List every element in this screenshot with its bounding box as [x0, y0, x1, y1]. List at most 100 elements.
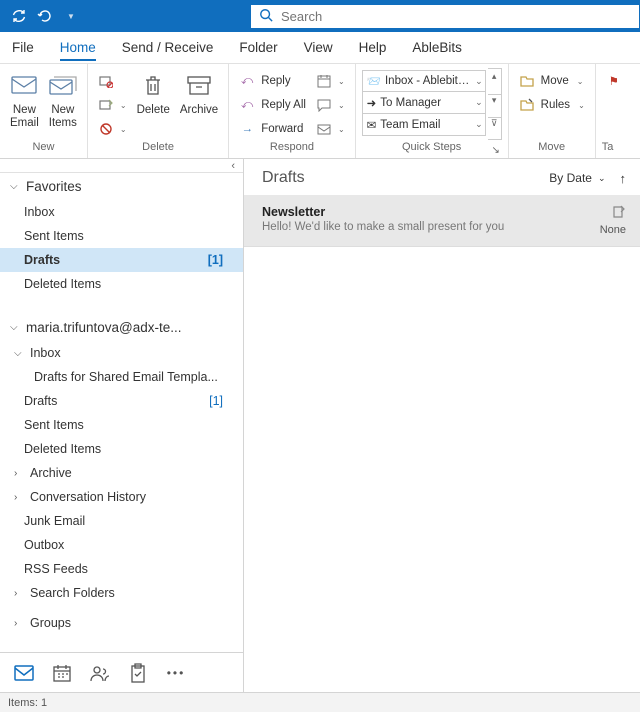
im-button[interactable]: ⌄: [312, 94, 349, 116]
quick-step-more[interactable]: ⊽: [488, 117, 501, 139]
to-manager-icon: ➜: [367, 96, 377, 110]
calendar-icon[interactable]: [52, 663, 72, 683]
move-folder-icon: 📨: [367, 74, 381, 88]
envelope-icon: [10, 72, 38, 100]
quick-steps-launcher-icon[interactable]: ↘: [490, 145, 502, 157]
draft-icon: [612, 205, 626, 222]
acct-inbox-templates[interactable]: Drafts for Shared Email Templa...: [0, 365, 243, 389]
menu-ablebits[interactable]: AbleBits: [412, 34, 462, 61]
ribbon-label-new: New: [6, 141, 81, 157]
forward-button[interactable]: →Forward: [235, 118, 310, 140]
new-items-button[interactable]: New Items: [45, 68, 81, 132]
acct-drafts[interactable]: Drafts[1]: [0, 389, 243, 413]
acct-inbox[interactable]: ⌵Inbox: [0, 341, 243, 365]
favorites-header[interactable]: ⌵Favorites: [0, 173, 243, 200]
archive-label: Archive: [180, 104, 218, 117]
menu-help[interactable]: Help: [359, 34, 387, 61]
fav-sent-items[interactable]: Sent Items: [0, 224, 243, 248]
ribbon-group-quick-steps: 📨Inbox - Ablebits...⌄ ➜To Manager⌄ ✉Team…: [356, 64, 509, 158]
search-icon: [259, 8, 273, 25]
status-bar: Items: 1: [0, 692, 640, 712]
ribbon-label-tags: Ta: [602, 141, 612, 157]
more-icon[interactable]: •••: [166, 663, 186, 683]
quick-access-dropdown-icon[interactable]: ▼: [62, 7, 80, 25]
flag-icon: ⚑: [606, 73, 618, 89]
chevron-right-icon: ›: [14, 618, 26, 629]
folder-title: Drafts: [262, 169, 549, 187]
ribbon-label-move: Move: [515, 141, 589, 157]
menu-send-receive[interactable]: Send / Receive: [122, 34, 214, 61]
ribbon-group-new: New Email New Items New: [0, 64, 88, 158]
reply-all-icon: ⤺: [239, 97, 255, 113]
message-date: None: [600, 224, 626, 236]
quick-step-scroll-down[interactable]: ▾: [488, 94, 501, 115]
delete-label: Delete: [137, 104, 170, 117]
cleanup-button[interactable]: ⌄: [94, 94, 131, 116]
junk-button[interactable]: ⌄: [94, 118, 131, 140]
menu-view[interactable]: View: [304, 34, 333, 61]
reply-all-button[interactable]: ⤺Reply All: [235, 94, 310, 116]
acct-search-folders[interactable]: ›Search Folders: [0, 581, 243, 605]
acct-deleted[interactable]: Deleted Items: [0, 437, 243, 461]
account-header[interactable]: ⌵maria.trifuntova@adx-te...: [0, 314, 243, 341]
rules-button[interactable]: Rules⌄: [515, 94, 589, 116]
quick-step-manager[interactable]: ➜To Manager⌄: [362, 92, 486, 114]
meeting-button[interactable]: ⌄: [312, 70, 349, 92]
team-email-icon: ✉: [367, 118, 377, 132]
quick-access: ▼: [0, 7, 90, 25]
envelope-stack-icon: [49, 72, 77, 100]
cleanup-icon: [98, 97, 114, 113]
message-subject: Newsletter: [262, 205, 600, 219]
acct-rss[interactable]: RSS Feeds: [0, 557, 243, 581]
menu-folder[interactable]: Folder: [239, 34, 277, 61]
ribbon-label-delete: Delete: [94, 141, 222, 157]
sort-direction-icon: ↑: [620, 171, 627, 186]
list-header: Drafts By Date⌄↑: [244, 159, 640, 195]
new-email-button[interactable]: New Email: [6, 68, 43, 132]
tag-button[interactable]: ⚑: [602, 70, 618, 92]
move-icon: [519, 73, 535, 89]
chevron-down-icon: ⌵: [10, 181, 22, 192]
delete-button[interactable]: Delete: [133, 68, 174, 119]
undo-icon[interactable]: [36, 7, 54, 25]
message-item[interactable]: Newsletter Hello! We'd like to make a sm…: [244, 195, 640, 247]
menu-file[interactable]: File: [12, 34, 34, 61]
ignore-button[interactable]: [94, 70, 131, 92]
tasks-icon[interactable]: [128, 663, 148, 683]
forward-icon: →: [239, 121, 255, 137]
quick-step-scroll-up[interactable]: ▴: [488, 71, 501, 92]
acct-archive[interactable]: ›Archive: [0, 461, 243, 485]
search-box[interactable]: [250, 4, 640, 29]
sync-icon[interactable]: [10, 7, 28, 25]
fav-deleted[interactable]: Deleted Items: [0, 272, 243, 296]
ribbon-group-delete: ⌄ ⌄ Delete Archive Delete: [88, 64, 229, 158]
nav-bar: •••: [0, 652, 243, 692]
archive-button[interactable]: Archive: [176, 68, 222, 119]
more-respond-button[interactable]: ⌄: [312, 118, 349, 140]
chevron-right-icon: ›: [14, 468, 26, 479]
search-input[interactable]: [281, 9, 631, 24]
people-icon[interactable]: [90, 663, 110, 683]
reply-icon: ⤺: [239, 73, 255, 89]
acct-sent[interactable]: Sent Items: [0, 413, 243, 437]
mail-icon[interactable]: [14, 663, 34, 683]
fav-drafts[interactable]: Drafts[1]: [0, 248, 243, 272]
acct-outbox[interactable]: Outbox: [0, 533, 243, 557]
menu-bar: File Home Send / Receive Folder View Hel…: [0, 32, 640, 64]
message-preview: Hello! We'd like to make a small present…: [262, 221, 600, 233]
ribbon-group-respond: ⤺Reply ⤺Reply All →Forward ⌄ ⌄ ⌄ Respond: [229, 64, 355, 158]
move-button[interactable]: Move⌄: [515, 70, 589, 92]
reply-button[interactable]: ⤺Reply: [235, 70, 310, 92]
acct-junk[interactable]: Junk Email: [0, 509, 243, 533]
im-icon: [316, 97, 332, 113]
sort-button[interactable]: By Date⌄↑: [549, 171, 626, 186]
rules-icon: [519, 97, 535, 113]
nav-collapse-button[interactable]: ‹: [0, 159, 243, 173]
fav-inbox[interactable]: Inbox: [0, 200, 243, 224]
chevron-down-icon: ⌵: [14, 348, 26, 359]
quick-step-inbox[interactable]: 📨Inbox - Ablebits...⌄: [362, 70, 486, 92]
menu-home[interactable]: Home: [60, 34, 96, 61]
quick-step-team[interactable]: ✉Team Email⌄: [362, 114, 486, 136]
acct-groups[interactable]: ›Groups: [0, 611, 243, 635]
acct-conv-history[interactable]: ›Conversation History: [0, 485, 243, 509]
